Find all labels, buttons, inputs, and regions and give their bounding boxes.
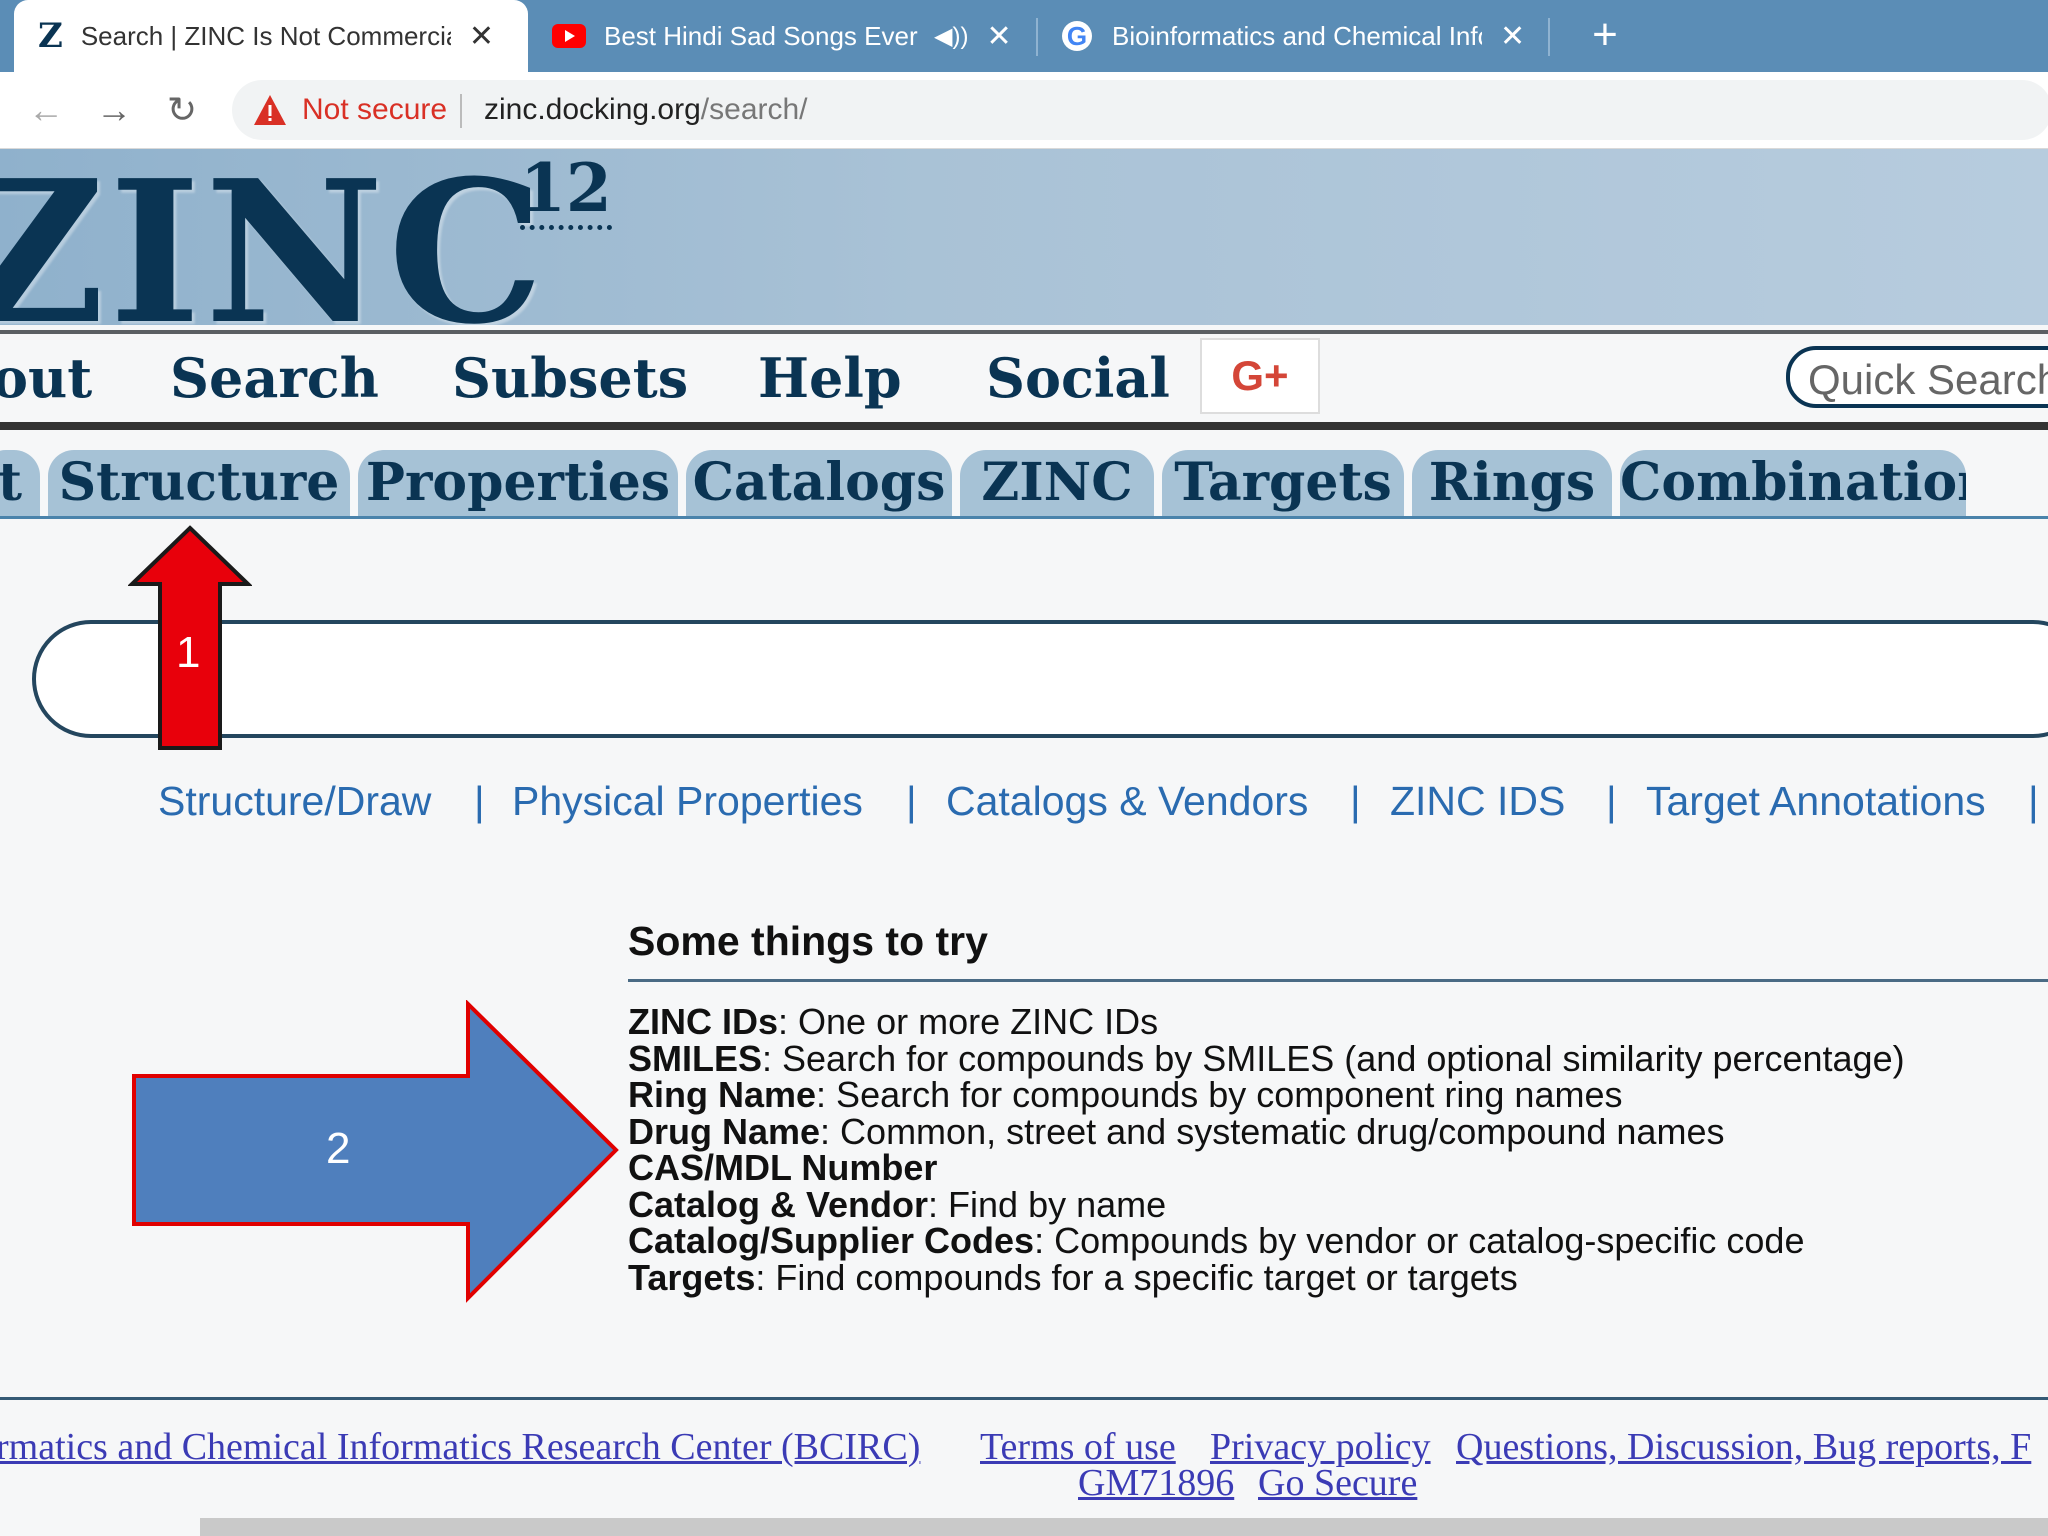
google-icon: G bbox=[1062, 21, 1092, 51]
list-item: ZINC IDs: One or more ZINC IDs bbox=[628, 1001, 2048, 1042]
annotation-number: 1 bbox=[176, 628, 201, 677]
browser-tab-strip: Z Search | ZINC Is Not Commercial ✕ Best… bbox=[0, 0, 2048, 72]
link-divider: | bbox=[474, 778, 485, 824]
annotation-arrow-right: 2 bbox=[132, 999, 620, 1305]
description: : Find by name bbox=[928, 1183, 1167, 1225]
link-divider: | bbox=[1606, 778, 1617, 824]
speaker-icon[interactable]: ◀)) bbox=[934, 22, 968, 51]
reload-icon[interactable]: ↻ bbox=[158, 86, 206, 134]
url-text[interactable]: zinc.docking.org/search/ bbox=[484, 93, 808, 127]
link-zinc-ids[interactable]: ZINC IDS bbox=[1390, 778, 1565, 825]
close-icon[interactable]: ✕ bbox=[986, 19, 1011, 54]
tab-properties[interactable]: Properties bbox=[358, 450, 678, 516]
tab-prev-partial[interactable]: t bbox=[0, 450, 40, 516]
youtube-icon bbox=[552, 24, 586, 48]
tab-zinc-search[interactable]: Z Search | ZINC Is Not Commercial ✕ bbox=[14, 0, 528, 72]
things-to-try-heading: Some things to try bbox=[628, 918, 2048, 982]
description: : Find compounds for a specific target o… bbox=[755, 1256, 1518, 1298]
link-divider: | bbox=[1350, 778, 1361, 824]
horizontal-scrollbar[interactable] bbox=[200, 1518, 2048, 1536]
link-catalogs-vendors[interactable]: Catalogs & Vendors bbox=[946, 778, 1308, 825]
list-item: Ring Name: Search for compounds by compo… bbox=[628, 1074, 2048, 1115]
annotation-number: 2 bbox=[326, 1124, 351, 1173]
tab-title: Bioinformatics and Chemical Info bbox=[1112, 20, 1482, 51]
term: CAS/MDL Number bbox=[628, 1147, 938, 1188]
nav-about[interactable]: out bbox=[0, 346, 92, 410]
tab-zinc[interactable]: ZINC bbox=[960, 450, 1154, 516]
tab-targets[interactable]: Targets bbox=[1162, 450, 1404, 516]
zinc-banner: ZINC 12 bbox=[0, 149, 2048, 351]
list-item: Drug Name: Common, street and systematic… bbox=[628, 1110, 2048, 1152]
annotation-arrow-up: 1 bbox=[127, 524, 253, 752]
footer-rule bbox=[0, 1397, 2048, 1400]
list-item: Targets: Find compounds for a specific t… bbox=[628, 1256, 2048, 1298]
warning-icon bbox=[254, 95, 286, 125]
nav-help[interactable]: Help bbox=[758, 346, 902, 410]
term: SMILES bbox=[628, 1037, 763, 1079]
tab-structure[interactable]: Structure bbox=[48, 450, 350, 516]
footer-questions-link[interactable]: Questions, Discussion, Bug reports, F bbox=[1456, 1425, 2031, 1469]
list-item: CAS/MDL Number bbox=[628, 1147, 2048, 1188]
new-tab-button[interactable]: + bbox=[1580, 10, 1630, 60]
link-divider: | bbox=[906, 778, 917, 824]
right-arrow-icon bbox=[132, 999, 619, 1303]
term: Catalog/Supplier Codes bbox=[628, 1220, 1035, 1261]
description: : Compounds by vendor or catalog-specifi… bbox=[1034, 1220, 1805, 1261]
omnibox-separator bbox=[460, 94, 462, 128]
zinc-favicon-icon: Z bbox=[38, 16, 63, 56]
footer-grant-link[interactable]: GM71896 bbox=[1078, 1461, 1234, 1505]
tab-title: Search | ZINC Is Not Commercial bbox=[80, 20, 451, 51]
description: : Search for compounds by SMILES (and op… bbox=[762, 1037, 1905, 1079]
security-status[interactable]: Not secure bbox=[302, 93, 447, 127]
footer-go-secure-link[interactable]: Go Secure bbox=[1258, 1461, 1417, 1505]
footer-org-link[interactable]: rmatics and Chemical Informatics Researc… bbox=[0, 1425, 920, 1469]
link-structure-draw[interactable]: Structure/Draw bbox=[158, 778, 431, 825]
footer: rmatics and Chemical Informatics Researc… bbox=[0, 1425, 2048, 1505]
description: : One or more ZINC IDs bbox=[778, 1001, 1159, 1042]
zinc-logo[interactable]: ZINC bbox=[0, 155, 548, 351]
google-plus-button[interactable]: G+ bbox=[1200, 338, 1320, 414]
tab-catalogs[interactable]: Catalogs bbox=[686, 450, 952, 516]
things-to-try-panel: Some things to try ZINC IDs: One or more… bbox=[628, 918, 2048, 1296]
description: : Search for compounds by component ring… bbox=[816, 1074, 1623, 1115]
tab-separator bbox=[1036, 18, 1038, 56]
close-icon[interactable]: ✕ bbox=[469, 19, 494, 54]
nav-subsets[interactable]: Subsets bbox=[452, 346, 688, 410]
term: Drug Name bbox=[628, 1110, 821, 1152]
term: ZINC IDs bbox=[628, 1001, 779, 1042]
forward-arrow-icon[interactable]: → bbox=[90, 86, 138, 134]
close-icon[interactable]: ✕ bbox=[1500, 19, 1525, 54]
url-path: /search/ bbox=[700, 93, 808, 126]
nav-search[interactable]: Search bbox=[170, 346, 379, 410]
back-arrow-icon[interactable]: ← bbox=[22, 86, 70, 134]
term: Targets bbox=[628, 1256, 756, 1298]
search-type-links: Structure/Draw | Physical Properties | C… bbox=[0, 778, 2048, 834]
tab-google[interactable]: G Bioinformatics and Chemical Info ✕ bbox=[1060, 0, 1550, 72]
link-target-annotations[interactable]: Target Annotations bbox=[1646, 778, 1986, 825]
zinc-version-badge: 12 bbox=[520, 155, 612, 230]
tab-combination[interactable]: Combination bbox=[1620, 450, 1966, 516]
address-bar[interactable]: Not secure zinc.docking.org/search/ bbox=[232, 80, 2048, 140]
term: Ring Name bbox=[628, 1074, 817, 1115]
description: : Common, street and systematic drug/com… bbox=[820, 1110, 1725, 1152]
link-divider: | bbox=[2028, 778, 2039, 824]
svg-text:G: G bbox=[1067, 21, 1087, 51]
url-host: zinc.docking.org bbox=[484, 93, 701, 126]
term: Catalog & Vendor bbox=[628, 1183, 929, 1225]
things-to-try-list: ZINC IDs: One or more ZINC IDs SMILES: S… bbox=[628, 1001, 2048, 1298]
main-nav: out Search Subsets Help Social G+ Quick … bbox=[0, 330, 2048, 430]
list-item: Catalog & Vendor: Find by name bbox=[628, 1183, 2048, 1225]
list-item: SMILES: Search for compounds by SMILES (… bbox=[628, 1037, 2048, 1079]
tab-youtube[interactable]: Best Hindi Sad Songs Ever T ◀)) ✕ bbox=[552, 0, 1022, 72]
list-item: Catalog/Supplier Codes: Compounds by ven… bbox=[628, 1220, 2048, 1261]
main-search-input[interactable] bbox=[32, 620, 2048, 738]
tab-separator bbox=[1548, 18, 1550, 56]
quick-search-input[interactable]: Quick Search bbox=[1786, 346, 2048, 408]
link-physical-properties[interactable]: Physical Properties bbox=[512, 778, 863, 825]
nav-social[interactable]: Social bbox=[986, 346, 1170, 410]
tab-title: Best Hindi Sad Songs Ever T bbox=[604, 20, 924, 51]
search-subtabs: t Structure Properties Catalogs ZINC Tar… bbox=[0, 438, 2048, 519]
tab-rings[interactable]: Rings bbox=[1412, 450, 1612, 516]
